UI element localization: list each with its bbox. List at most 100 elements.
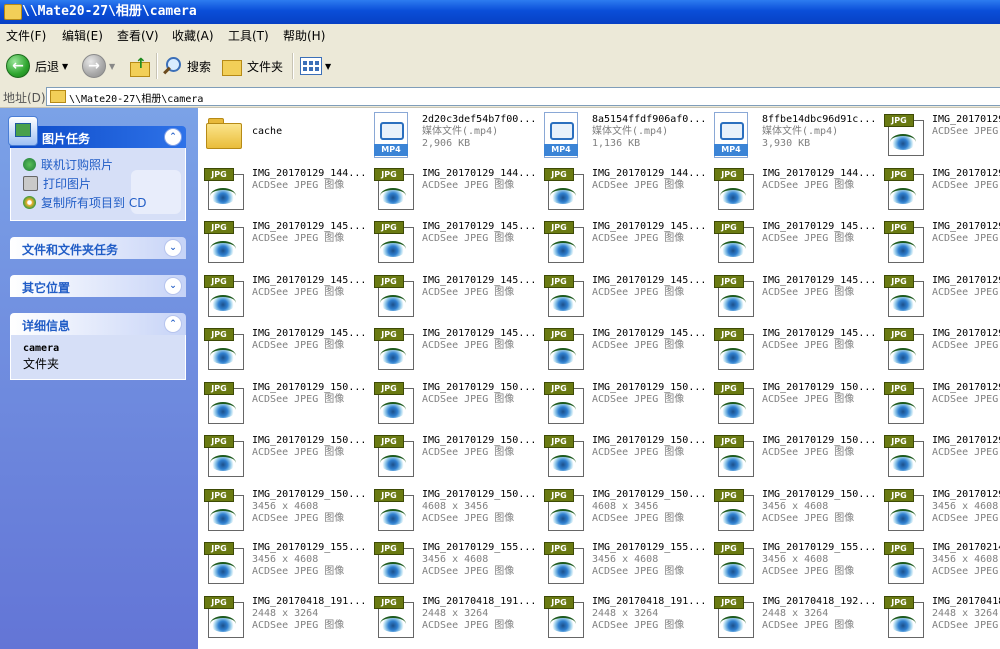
file-item[interactable]: JPG IMG_20170129_150... ACDSee JPEG 图像 — [198, 431, 368, 485]
menu-view[interactable]: 查看(V) — [117, 27, 159, 44]
file-item[interactable]: JPG IMG_20170129 ACDSee JPEG — [878, 431, 1000, 485]
file-item[interactable]: JPG IMG_20170418 2448 x 3264 ACDSee JPEG — [878, 592, 1000, 646]
file-name: IMG_20170129 — [932, 382, 1000, 393]
file-item[interactable]: JPG IMG_20170129_150... 4608 x 3456 ACDSee … — [368, 485, 538, 539]
up-button[interactable]: ↑ — [128, 53, 150, 79]
file-item[interactable]: JPG IMG_20170129_145... ACDSee JPEG 图像 — [368, 324, 538, 378]
search-button[interactable]: 搜索 — [162, 53, 211, 79]
menu-tools[interactable]: 工具(T) — [228, 27, 269, 44]
file-item[interactable]: JPG IMG_20170418_191... 2448 x 3264 ACDSee … — [368, 592, 538, 646]
menu-file[interactable]: 文件(F) — [6, 27, 46, 44]
folders-button[interactable]: 文件夹 — [222, 53, 283, 79]
file-detail: ACDSee JPEG 图像 — [762, 620, 855, 631]
file-name: IMG_20170129_144... — [252, 168, 364, 179]
chevron-down-icon[interactable]: ▼ — [109, 62, 115, 71]
file-item[interactable]: JPG IMG_20170129_155... 3456 x 4608 ACDSee … — [708, 538, 878, 592]
file-item[interactable]: JPG IMG_20170129 ACDSee JPEG — [878, 217, 1000, 271]
file-item[interactable]: JPG IMG_20170129_145... ACDSee JPEG 图像 — [538, 324, 708, 378]
chevron-down-icon[interactable]: ⌄ — [164, 277, 182, 295]
file-folder-tasks-panel: 文件和文件夹任务 ⌄ — [10, 237, 186, 259]
file-item[interactable]: JPG IMG_20170129_155... 3456 x 4608 ACDSee … — [368, 538, 538, 592]
file-detail: ACDSee JPEG — [932, 126, 999, 137]
file-item[interactable]: JPG IMG_20170129_145... ACDSee JPEG 图像 — [198, 324, 368, 378]
chevron-down-icon[interactable]: ▼ — [325, 62, 331, 71]
file-detail: ACDSee JPEG 图像 — [422, 513, 515, 524]
file-detail: ACDSee JPEG 图像 — [422, 620, 515, 631]
file-item[interactable]: JPG IMG_20170129_155... 3456 x 4608 ACDSee … — [538, 538, 708, 592]
menu-help[interactable]: 帮助(H) — [283, 27, 325, 44]
jpeg-file-icon: JPG — [884, 114, 924, 156]
menu-edit[interactable]: 编辑(E) — [62, 27, 103, 44]
file-item[interactable]: JPG IMG_20170129_150... ACDSee JPEG 图像 — [708, 378, 878, 432]
file-detail: ACDSee JPEG — [932, 394, 999, 405]
address-input[interactable]: \\Mate20-27\相册\camera — [46, 87, 1000, 106]
file-item[interactable]: JPG IMG_20170129_144... ACDSee JPEG 图像 — [708, 164, 878, 218]
picture-tasks-header[interactable]: 图片任务 ⌃ — [8, 116, 186, 148]
file-item[interactable]: JPG IMG_20170129 ACDSee JPEG — [878, 378, 1000, 432]
file-item[interactable]: MP4 2d20c3def54b7f00... 媒体文件(.mp4) 2,906 KB — [368, 110, 538, 164]
file-item[interactable]: JPG IMG_20170129_145... ACDSee JPEG 图像 — [368, 271, 538, 325]
file-item[interactable]: JPG IMG_20170129_155... 3456 x 4608 ACDSee … — [198, 538, 368, 592]
file-detail: 媒体文件(.mp4) — [592, 126, 669, 137]
file-item[interactable]: JPG IMG_20170129 3456 x 4608 ACDSee JPEG — [878, 485, 1000, 539]
file-item[interactable]: JPG IMG_20170129_150... ACDSee JPEG 图像 — [368, 378, 538, 432]
print-pictures-link[interactable]: 打印图片 — [23, 175, 91, 192]
chevron-up-icon[interactable]: ⌃ — [164, 128, 182, 146]
file-item[interactable]: JPG IMG_20170129_145... ACDSee JPEG 图像 — [708, 217, 878, 271]
file-name: IMG_20170129_145... — [422, 328, 534, 339]
file-item[interactable]: JPG IMG_20170129_145... ACDSee JPEG 图像 — [538, 271, 708, 325]
file-folder-tasks-header[interactable]: 文件和文件夹任务 ⌄ — [10, 237, 186, 259]
chevron-up-icon[interactable]: ⌃ — [164, 315, 182, 333]
forward-button[interactable]: → ▼ — [82, 53, 115, 79]
file-item[interactable]: JPG IMG_20170129_145... ACDSee JPEG 图像 — [198, 271, 368, 325]
chevron-down-icon[interactable]: ▼ — [62, 62, 68, 71]
views-button[interactable]: ▼ — [300, 53, 331, 79]
jpeg-file-icon: JPG — [204, 489, 244, 531]
file-item[interactable]: JPG IMG_20170129_145... ACDSee JPEG 图像 — [198, 217, 368, 271]
file-item[interactable]: JPG IMG_20170129_150... 3456 x 4608 ACDSee … — [708, 485, 878, 539]
jpeg-file-icon: JPG — [544, 168, 584, 210]
file-item[interactable]: JPG IMG_20170129_150... 3456 x 4608 ACDSee … — [198, 485, 368, 539]
file-detail: 3456 x 4608 — [592, 554, 659, 565]
file-item[interactable]: JPG IMG_20170418_192... 2448 x 3264 ACDSee … — [708, 592, 878, 646]
file-item[interactable]: MP4 8ffbe14dbc96d91c... 媒体文件(.mp4) 3,930 KB — [708, 110, 878, 164]
folder-up-icon: ↑ — [128, 56, 150, 77]
file-item[interactable]: JPG IMG_20170129_145... ACDSee JPEG 图像 — [708, 324, 878, 378]
file-item[interactable]: JPG IMG_20170129_145... ACDSee JPEG 图像 — [538, 217, 708, 271]
file-item[interactable]: MP4 8a5154ffdf906af0... 媒体文件(.mp4) 1,136 KB — [538, 110, 708, 164]
file-item[interactable]: JPG IMG_20170214 3456 x 4608 ACDSee JPEG — [878, 538, 1000, 592]
chevron-down-icon[interactable]: ⌄ — [164, 239, 182, 257]
file-item[interactable]: JPG IMG_20170129_144... ACDSee JPEG 图像 — [538, 164, 708, 218]
file-item[interactable]: JPG IMG_20170418_191... 2448 x 3264 ACDSee … — [198, 592, 368, 646]
file-list: cache MP4 2d20c3def54b7f00... 媒体文件(.mp4) 2,9… — [198, 108, 1000, 649]
other-places-title: 其它位置 — [22, 281, 71, 295]
file-item[interactable]: cache — [198, 110, 368, 164]
order-prints-link[interactable]: 联机订购照片 — [23, 156, 113, 173]
file-name: IMG_20170129_144... — [762, 168, 874, 179]
file-item[interactable]: JPG IMG_20170129_144... ACDSee JPEG 图像 — [368, 164, 538, 218]
file-item[interactable]: JPG IMG_20170129_150... ACDSee JPEG 图像 — [198, 378, 368, 432]
file-item[interactable]: JPG IMG_20170129 ACDSee JPEG — [878, 164, 1000, 218]
picture-tasks-body: 联机订购照片 打印图片 复制所有项目到 CD — [10, 148, 186, 221]
file-item[interactable]: JPG IMG_20170129 ACDSee JPEG — [878, 110, 1000, 164]
file-item[interactable]: JPG IMG_20170418_191... 2448 x 3264 ACDSee … — [538, 592, 708, 646]
file-item[interactable]: JPG IMG_20170129_150... ACDSee JPEG 图像 — [708, 431, 878, 485]
jpeg-file-icon: JPG — [374, 542, 414, 584]
file-detail: 2448 x 3264 — [932, 608, 999, 619]
details-header[interactable]: 详细信息 ⌃ — [10, 313, 186, 335]
picture-tasks-title: 图片任务 — [42, 132, 91, 146]
file-item[interactable]: JPG IMG_20170129_150... ACDSee JPEG 图像 — [538, 431, 708, 485]
file-item[interactable]: JPG IMG_20170129_150... ACDSee JPEG 图像 — [538, 378, 708, 432]
file-name: IMG_20170129_150... — [422, 382, 534, 393]
file-item[interactable]: JPG IMG_20170129 ACDSee JPEG — [878, 324, 1000, 378]
file-item[interactable]: JPG IMG_20170129 ACDSee JPEG — [878, 271, 1000, 325]
other-places-header[interactable]: 其它位置 ⌄ — [10, 275, 186, 297]
file-item[interactable]: JPG IMG_20170129_145... ACDSee JPEG 图像 — [708, 271, 878, 325]
file-item[interactable]: JPG IMG_20170129_150... ACDSee JPEG 图像 — [368, 431, 538, 485]
file-item[interactable]: JPG IMG_20170129_144... ACDSee JPEG 图像 — [198, 164, 368, 218]
copy-to-cd-link[interactable]: 复制所有项目到 CD — [23, 194, 146, 211]
file-item[interactable]: JPG IMG_20170129_150... 4608 x 3456 ACDSee … — [538, 485, 708, 539]
menu-favorites[interactable]: 收藏(A) — [172, 27, 214, 44]
file-item[interactable]: JPG IMG_20170129_145... ACDSee JPEG 图像 — [368, 217, 538, 271]
back-button[interactable]: ← 后退 ▼ — [6, 53, 68, 79]
